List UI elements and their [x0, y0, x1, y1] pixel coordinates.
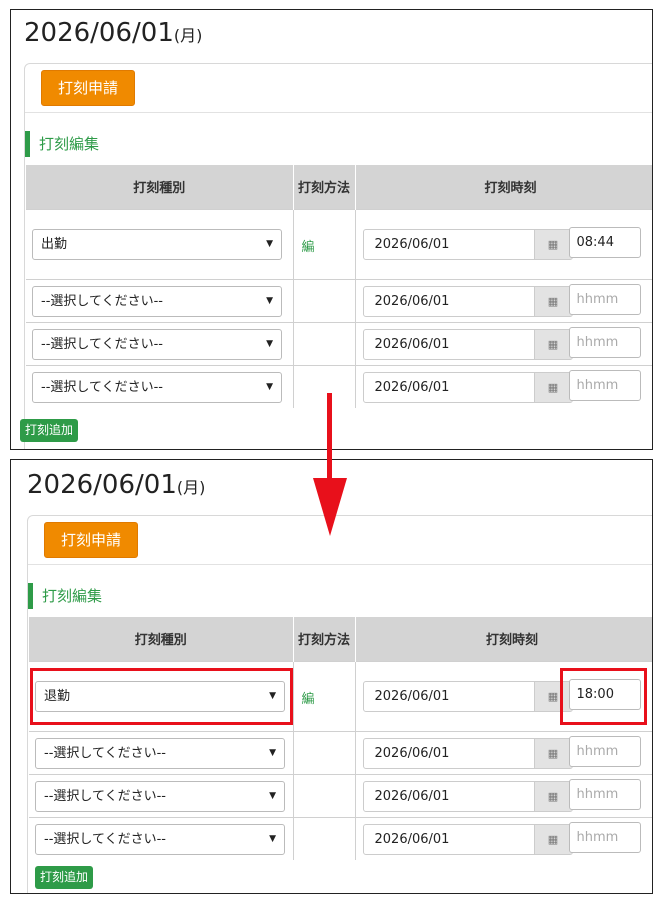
header-stamp-method: 打刻方法	[293, 165, 356, 209]
header-stamp-time: 打刻時刻	[355, 165, 652, 209]
section-title: 打刻編集	[28, 583, 102, 609]
stamp-table: 打刻種別 打刻方法 打刻時刻 出勤 ▼ 編 2026/06/01 ▦ 08:44 -…	[26, 165, 652, 408]
stamp-time-input[interactable]: hhmm	[568, 283, 641, 315]
stamp-date-input[interactable]: 2026/06/01 ▦	[362, 780, 573, 812]
stamp-date-input[interactable]: 2026/06/01 ▦	[362, 285, 573, 317]
stamp-time-input[interactable]: hhmm	[568, 369, 641, 401]
table-row: --選択してください-- ▼ 2026/06/01 ▦ hhmm	[26, 321, 652, 365]
header-stamp-type: 打刻種別	[26, 165, 294, 209]
table-row: --選択してください-- ▼ 2026/06/01 ▦ hhmm	[29, 730, 652, 774]
highlight-stamp-time	[560, 668, 647, 725]
method-label: 編	[301, 239, 315, 255]
caret-down-icon: ▼	[269, 790, 276, 801]
calendar-icon[interactable]: ▦	[533, 286, 572, 316]
table-row: --選択してください-- ▼ 2026/06/01 ▦ hhmm	[26, 364, 652, 408]
date-text: 2026/06/01	[24, 18, 174, 48]
stamp-type-select[interactable]: --選択してください-- ▼	[35, 737, 285, 769]
header-stamp-type: 打刻種別	[29, 617, 294, 661]
stamp-date-input[interactable]: 2026/06/01 ▦	[362, 371, 573, 403]
stamp-table: 打刻種別 打刻方法 打刻時刻 退勤 ▼ 編 2026/06/01 ▦ 18:00 -…	[29, 617, 652, 860]
stamp-date-input[interactable]: 2026/06/01 ▦	[362, 328, 573, 360]
highlight-stamp-type	[30, 668, 293, 725]
calendar-icon[interactable]: ▦	[533, 229, 572, 259]
stamp-date-input[interactable]: 2026/06/01 ▦	[362, 823, 573, 855]
caret-down-icon: ▼	[266, 238, 273, 249]
stamp-type-select[interactable]: --選択してください-- ▼	[35, 823, 285, 855]
date-text: 2026/06/01	[27, 470, 177, 500]
stamp-date-input[interactable]: 2026/06/01 ▦	[362, 680, 573, 712]
stamp-type-select[interactable]: --選択してください-- ▼	[35, 780, 285, 812]
header-stamp-time: 打刻時刻	[355, 617, 652, 661]
stamp-time-input[interactable]: hhmm	[568, 778, 641, 810]
calendar-icon[interactable]: ▦	[533, 329, 572, 359]
add-stamp-button[interactable]: 打刻追加	[20, 419, 79, 442]
caret-down-icon: ▼	[266, 295, 273, 306]
calendar-icon[interactable]: ▦	[533, 781, 572, 811]
stamp-apply-button[interactable]: 打刻申請	[41, 70, 136, 106]
caret-down-icon: ▼	[266, 338, 273, 349]
calendar-icon[interactable]: ▦	[533, 372, 572, 402]
stamp-type-select[interactable]: --選択してください-- ▼	[32, 285, 282, 317]
section-title: 打刻編集	[25, 131, 99, 157]
stamp-type-select[interactable]: --選択してください-- ▼	[32, 328, 282, 360]
table-row: --選択してください-- ▼ 2026/06/01 ▦ hhmm	[29, 816, 652, 860]
day-of-week: (月)	[176, 478, 206, 497]
table-row: --選択してください-- ▼ 2026/06/01 ▦ hhmm	[29, 773, 652, 817]
stamp-date-input[interactable]: 2026/06/01 ▦	[362, 228, 573, 260]
day-of-week: (月)	[173, 26, 203, 45]
stamp-type-select[interactable]: 出勤 ▼	[32, 228, 282, 260]
calendar-icon[interactable]: ▦	[533, 824, 572, 854]
stamp-time-input[interactable]: hhmm	[568, 326, 641, 358]
caret-down-icon: ▼	[266, 381, 273, 392]
arrow-head-icon	[313, 478, 347, 536]
header-stamp-method: 打刻方法	[293, 617, 356, 661]
method-label: 編	[301, 691, 315, 707]
stamp-date-input[interactable]: 2026/06/01 ▦	[362, 737, 573, 769]
caret-down-icon: ▼	[269, 747, 276, 758]
card-header: 打刻申請	[25, 64, 652, 113]
table-row: --選択してください-- ▼ 2026/06/01 ▦ hhmm	[26, 278, 652, 322]
stamp-type-select[interactable]: --選択してください-- ▼	[32, 371, 282, 403]
page-date-heading: 2026/06/01(月)	[24, 18, 202, 48]
table-row: 出勤 ▼ 編 2026/06/01 ▦ 08:44	[26, 208, 652, 279]
stamp-time-input[interactable]: hhmm	[568, 821, 641, 853]
stamp-apply-button[interactable]: 打刻申請	[44, 522, 139, 558]
stamp-time-input[interactable]: hhmm	[568, 735, 641, 767]
calendar-icon[interactable]: ▦	[533, 738, 572, 768]
page-date-heading: 2026/06/01(月)	[27, 470, 205, 500]
add-stamp-button[interactable]: 打刻追加	[35, 866, 94, 889]
arrow-down-icon	[327, 393, 332, 479]
stamp-card: 打刻申請 打刻編集 打刻種別 打刻方法 打刻時刻 出勤 ▼ 編 2026/06/0…	[24, 63, 652, 449]
stamp-time-input[interactable]: 08:44	[568, 226, 641, 258]
caret-down-icon: ▼	[269, 833, 276, 844]
screenshot-before: 2026/06/01(月) 打刻申請 打刻編集 打刻種別 打刻方法 打刻時刻 出…	[10, 9, 653, 450]
